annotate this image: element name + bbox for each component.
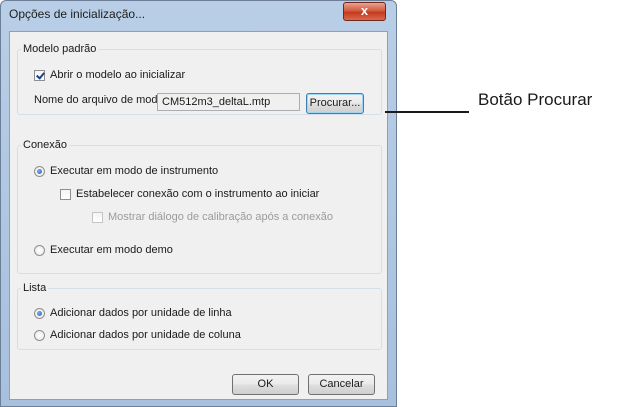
instrument-mode-label: Executar em modo de instrumento xyxy=(50,165,219,177)
add-by-column-radio[interactable] xyxy=(34,329,45,341)
connect-on-start-row[interactable]: Estabelecer conexão com o instrumento ao… xyxy=(60,188,319,200)
close-button[interactable]: x xyxy=(343,2,386,21)
connection-group-title: Conexão xyxy=(23,139,68,151)
demo-mode-row[interactable]: Executar em modo demo xyxy=(34,244,173,256)
ok-button-label: OK xyxy=(257,378,274,390)
add-by-row-radio[interactable] xyxy=(34,307,45,319)
dialog-window: Opções de inicialização... x Modelo padr… xyxy=(0,0,397,407)
add-by-column-label: Adicionar dados por unidade de coluna xyxy=(50,329,241,341)
close-icon: x xyxy=(360,3,369,18)
show-calibration-checkbox[interactable] xyxy=(92,211,103,223)
title-bar[interactable]: Opções de inicialização... x xyxy=(1,1,396,31)
instrument-mode-radio[interactable] xyxy=(34,165,45,177)
model-filename-field[interactable]: CM512m3_deltaL.mtp xyxy=(157,93,300,111)
cancel-button-label: Cancelar xyxy=(319,378,364,390)
browse-button[interactable]: Procurar... xyxy=(306,93,364,114)
model-filename-value: CM512m3_deltaL.mtp xyxy=(162,96,271,108)
dialog-client-area: Modelo padrão Abrir o modelo ao iniciali… xyxy=(9,31,388,400)
cancel-button[interactable]: Cancelar xyxy=(308,374,375,395)
list-group-title: Lista xyxy=(23,282,47,294)
open-on-start-checkbox[interactable] xyxy=(34,69,45,81)
add-by-column-row[interactable]: Adicionar dados por unidade de coluna xyxy=(34,329,241,341)
add-by-row-row[interactable]: Adicionar dados por unidade de linha xyxy=(34,307,232,319)
default-model-group-title: Modelo padrão xyxy=(23,43,97,55)
open-on-start-label: Abrir o modelo ao inicializar xyxy=(50,69,186,81)
open-on-start-row[interactable]: Abrir o modelo ao inicializar xyxy=(34,69,185,81)
show-calibration-row[interactable]: Mostrar diálogo de calibração após a con… xyxy=(92,211,333,223)
filename-label: Nome do arquivo de modelo: xyxy=(34,94,175,106)
window-title: Opções de inicialização... xyxy=(9,7,146,21)
demo-mode-radio[interactable] xyxy=(34,244,45,256)
connect-on-start-label: Estabelecer conexão com o instrumento ao… xyxy=(76,188,320,200)
add-by-row-label: Adicionar dados por unidade de linha xyxy=(50,307,232,319)
callout-line xyxy=(385,111,469,113)
ok-button[interactable]: OK xyxy=(232,374,299,395)
instrument-mode-row[interactable]: Executar em modo de instrumento xyxy=(34,165,218,177)
filename-label-text: Nome do arquivo de modelo: xyxy=(34,94,176,106)
browse-button-label: Procurar... xyxy=(309,97,361,109)
callout-label: Botão Procurar xyxy=(478,90,593,109)
demo-mode-label: Executar em modo demo xyxy=(50,244,173,256)
show-calibration-label: Mostrar diálogo de calibração após a con… xyxy=(108,211,334,223)
connect-on-start-checkbox[interactable] xyxy=(60,188,71,200)
